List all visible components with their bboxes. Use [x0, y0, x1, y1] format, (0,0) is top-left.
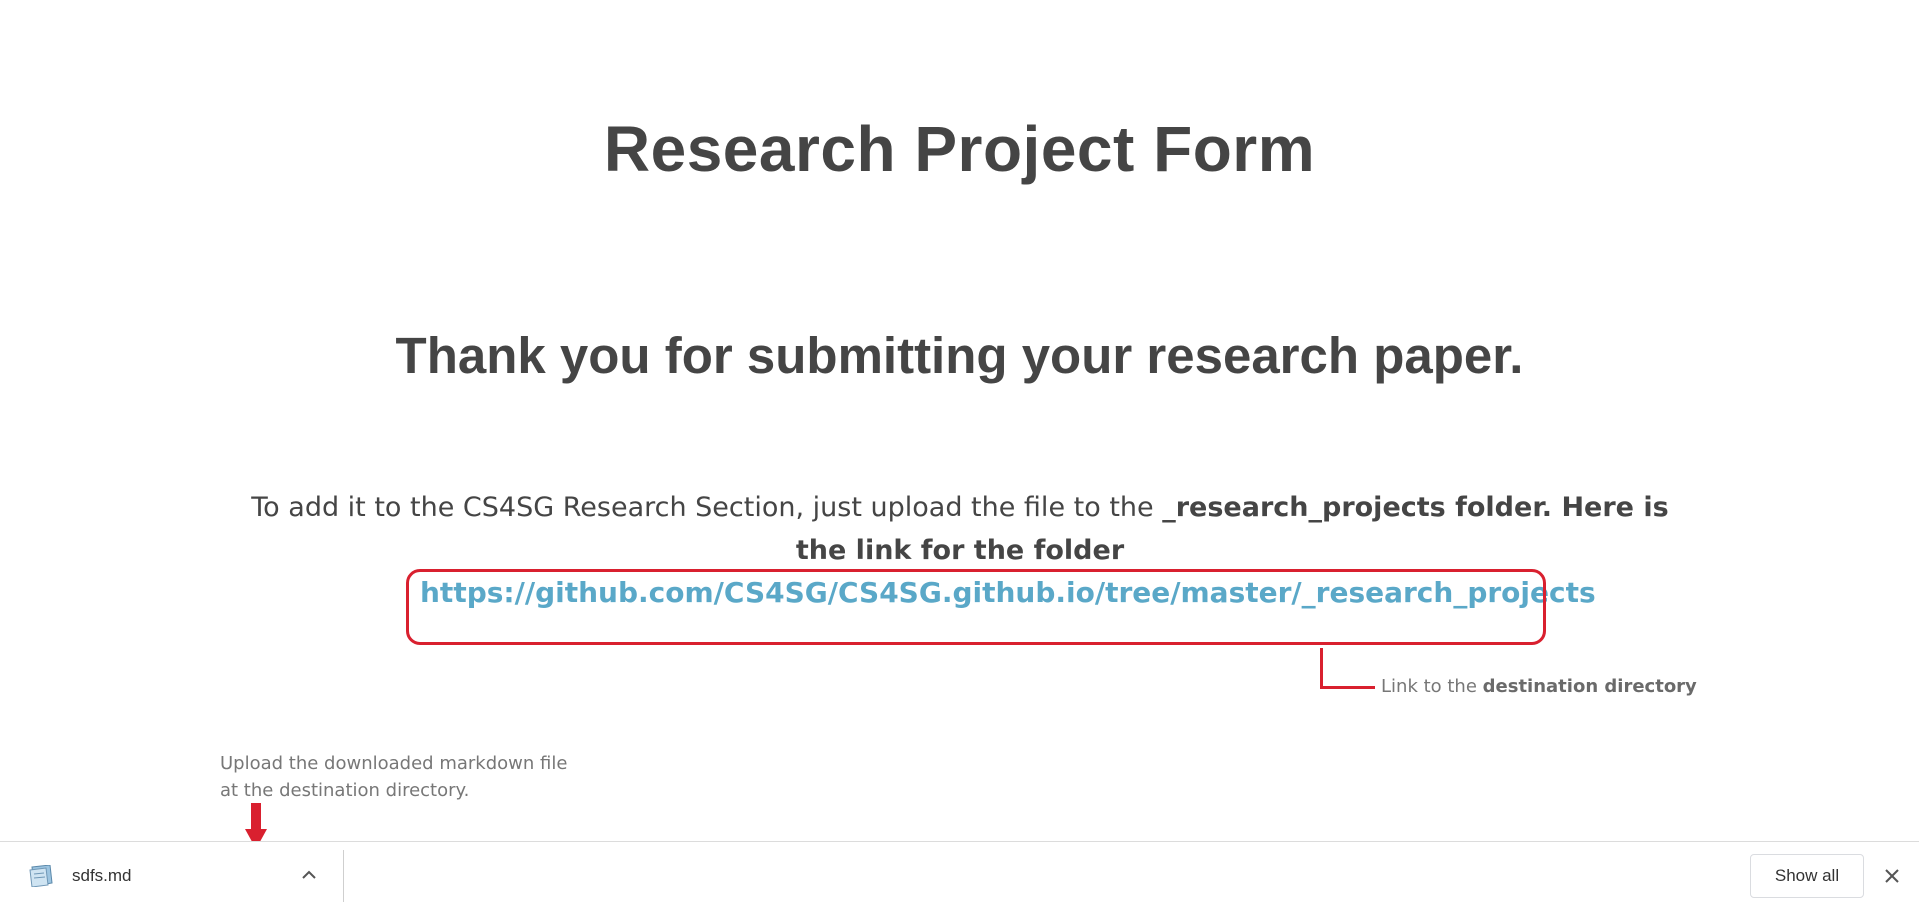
page-title: Research Project Form: [603, 113, 1316, 185]
link-callout-prefix: Link to the: [1381, 676, 1483, 697]
markdown-file-icon: [29, 865, 53, 887]
download-file-name: sdfs.md: [72, 866, 132, 885]
callout-line-vertical: [1320, 648, 1323, 688]
link-highlight-box: [406, 569, 1546, 645]
chevron-up-icon[interactable]: [298, 866, 320, 884]
show-all-button[interactable]: Show all: [1750, 854, 1864, 898]
callout-line-horizontal: [1320, 686, 1375, 689]
download-bar: sdfs.md Show all: [0, 841, 1919, 909]
download-item-divider: [343, 850, 344, 902]
link-callout-label: Link to the destination directory: [1381, 676, 1697, 697]
download-item[interactable]: sdfs.md: [0, 842, 344, 909]
upload-note: Upload the downloaded markdown file at t…: [220, 753, 568, 801]
instructions-text: To add it to the CS4SG Research Section,…: [251, 492, 1163, 523]
thank-you-heading: Thank you for submitting your research p…: [395, 327, 1524, 384]
link-callout-bold: destination directory: [1482, 676, 1697, 697]
close-icon[interactable]: [1880, 864, 1904, 888]
upload-instructions: To add it to the CS4SG Research Section,…: [230, 486, 1690, 572]
